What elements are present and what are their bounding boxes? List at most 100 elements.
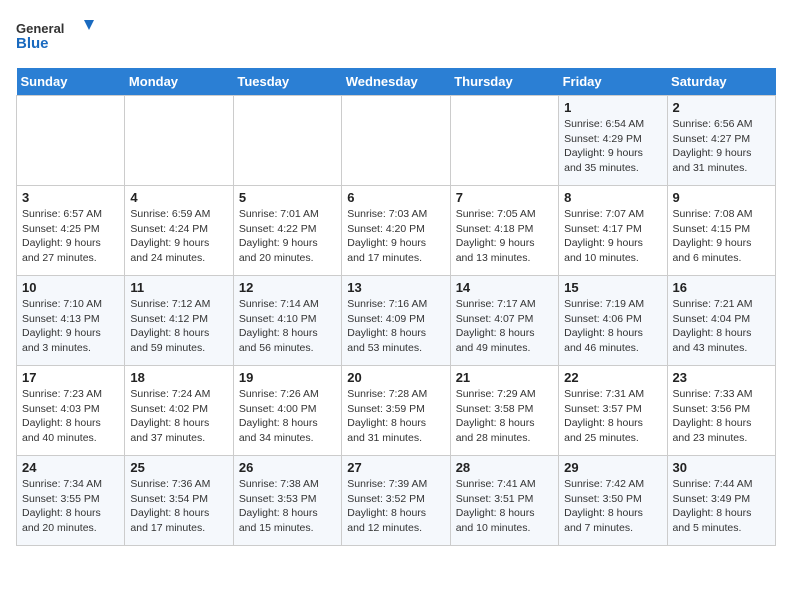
- svg-text:Blue: Blue: [16, 35, 49, 52]
- day-number: 24: [22, 460, 119, 475]
- weekday-header-row: SundayMondayTuesdayWednesdayThursdayFrid…: [17, 68, 776, 96]
- day-info: Sunrise: 7:34 AMSunset: 3:55 PMDaylight:…: [22, 477, 119, 536]
- calendar-cell: 5 Sunrise: 7:01 AMSunset: 4:22 PMDaylight…: [233, 186, 341, 276]
- calendar-cell: 10 Sunrise: 7:10 AMSunset: 4:13 PMDayligh…: [17, 276, 125, 366]
- week-row-1: 3 Sunrise: 6:57 AMSunset: 4:25 PMDaylight…: [17, 186, 776, 276]
- day-number: 29: [564, 460, 661, 475]
- day-info: Sunrise: 7:26 AMSunset: 4:00 PMDaylight:…: [239, 387, 336, 446]
- calendar-cell: 17 Sunrise: 7:23 AMSunset: 4:03 PMDayligh…: [17, 366, 125, 456]
- weekday-header-saturday: Saturday: [667, 68, 775, 96]
- calendar-cell: 19 Sunrise: 7:26 AMSunset: 4:00 PMDayligh…: [233, 366, 341, 456]
- day-number: 22: [564, 370, 661, 385]
- day-info: Sunrise: 7:01 AMSunset: 4:22 PMDaylight:…: [239, 207, 336, 266]
- day-number: 27: [347, 460, 444, 475]
- weekday-header-tuesday: Tuesday: [233, 68, 341, 96]
- week-row-3: 17 Sunrise: 7:23 AMSunset: 4:03 PMDayligh…: [17, 366, 776, 456]
- weekday-header-sunday: Sunday: [17, 68, 125, 96]
- day-number: 5: [239, 190, 336, 205]
- calendar-cell: [125, 96, 233, 186]
- day-number: 23: [673, 370, 770, 385]
- calendar-cell: 1Sunrise: 6:54 AMSunset: 4:29 PMDaylight…: [559, 96, 667, 186]
- day-info: Sunrise: 7:17 AMSunset: 4:07 PMDaylight:…: [456, 297, 553, 356]
- calendar-cell: [17, 96, 125, 186]
- day-info: Sunrise: 7:42 AMSunset: 3:50 PMDaylight:…: [564, 477, 661, 536]
- calendar-cell: 4 Sunrise: 6:59 AMSunset: 4:24 PMDaylight…: [125, 186, 233, 276]
- day-info: Sunrise: 7:07 AMSunset: 4:17 PMDaylight:…: [564, 207, 661, 266]
- day-info: Sunrise: 7:24 AMSunset: 4:02 PMDaylight:…: [130, 387, 227, 446]
- day-number: 18: [130, 370, 227, 385]
- calendar-cell: 25 Sunrise: 7:36 AMSunset: 3:54 PMDayligh…: [125, 456, 233, 546]
- day-number: 12: [239, 280, 336, 295]
- day-number: 8: [564, 190, 661, 205]
- day-number: 14: [456, 280, 553, 295]
- calendar-cell: 29 Sunrise: 7:42 AMSunset: 3:50 PMDayligh…: [559, 456, 667, 546]
- day-info: Sunrise: 6:59 AMSunset: 4:24 PMDaylight:…: [130, 207, 227, 266]
- calendar-cell: 16 Sunrise: 7:21 AMSunset: 4:04 PMDayligh…: [667, 276, 775, 366]
- day-number: 17: [22, 370, 119, 385]
- calendar-cell: 28 Sunrise: 7:41 AMSunset: 3:51 PMDayligh…: [450, 456, 558, 546]
- day-info: Sunrise: 7:29 AMSunset: 3:58 PMDaylight:…: [456, 387, 553, 446]
- calendar-cell: 23 Sunrise: 7:33 AMSunset: 3:56 PMDayligh…: [667, 366, 775, 456]
- calendar-cell: 20 Sunrise: 7:28 AMSunset: 3:59 PMDayligh…: [342, 366, 450, 456]
- day-info: Sunrise: 7:03 AMSunset: 4:20 PMDaylight:…: [347, 207, 444, 266]
- day-info: Sunrise: 7:14 AMSunset: 4:10 PMDaylight:…: [239, 297, 336, 356]
- calendar-cell: 30 Sunrise: 7:44 AMSunset: 3:49 PMDayligh…: [667, 456, 775, 546]
- day-number: 19: [239, 370, 336, 385]
- calendar-cell: 8 Sunrise: 7:07 AMSunset: 4:17 PMDaylight…: [559, 186, 667, 276]
- day-info: Sunrise: 7:28 AMSunset: 3:59 PMDaylight:…: [347, 387, 444, 446]
- calendar-cell: 15Sunrise: 7:19 AMSunset: 4:06 PMDayligh…: [559, 276, 667, 366]
- calendar-cell: [450, 96, 558, 186]
- calendar-cell: 24 Sunrise: 7:34 AMSunset: 3:55 PMDayligh…: [17, 456, 125, 546]
- day-number: 25: [130, 460, 227, 475]
- weekday-header-monday: Monday: [125, 68, 233, 96]
- calendar-cell: 12 Sunrise: 7:14 AMSunset: 4:10 PMDayligh…: [233, 276, 341, 366]
- calendar-cell: 13 Sunrise: 7:16 AMSunset: 4:09 PMDayligh…: [342, 276, 450, 366]
- day-info: Sunrise: 7:38 AMSunset: 3:53 PMDaylight:…: [239, 477, 336, 536]
- day-number: 6: [347, 190, 444, 205]
- day-number: 20: [347, 370, 444, 385]
- day-number: 2: [673, 100, 770, 115]
- weekday-header-thursday: Thursday: [450, 68, 558, 96]
- day-info: Sunrise: 7:41 AMSunset: 3:51 PMDaylight:…: [456, 477, 553, 536]
- day-number: 10: [22, 280, 119, 295]
- day-number: 16: [673, 280, 770, 295]
- day-number: 21: [456, 370, 553, 385]
- calendar-cell: 18 Sunrise: 7:24 AMSunset: 4:02 PMDayligh…: [125, 366, 233, 456]
- week-row-0: 1Sunrise: 6:54 AMSunset: 4:29 PMDaylight…: [17, 96, 776, 186]
- day-info: Sunrise: 7:36 AMSunset: 3:54 PMDaylight:…: [130, 477, 227, 536]
- calendar-cell: 14 Sunrise: 7:17 AMSunset: 4:07 PMDayligh…: [450, 276, 558, 366]
- day-number: 4: [130, 190, 227, 205]
- day-number: 1: [564, 100, 661, 115]
- calendar-cell: 21 Sunrise: 7:29 AMSunset: 3:58 PMDayligh…: [450, 366, 558, 456]
- calendar-cell: 26Sunrise: 7:38 AMSunset: 3:53 PMDayligh…: [233, 456, 341, 546]
- day-number: 7: [456, 190, 553, 205]
- day-info: Sunrise: 7:23 AMSunset: 4:03 PMDaylight:…: [22, 387, 119, 446]
- day-info: Sunrise: 7:10 AMSunset: 4:13 PMDaylight:…: [22, 297, 119, 356]
- day-info: Sunrise: 6:57 AMSunset: 4:25 PMDaylight:…: [22, 207, 119, 266]
- day-number: 13: [347, 280, 444, 295]
- calendar-cell: 9 Sunrise: 7:08 AMSunset: 4:15 PMDaylight…: [667, 186, 775, 276]
- day-info: Sunrise: 7:05 AMSunset: 4:18 PMDaylight:…: [456, 207, 553, 266]
- calendar-cell: 3 Sunrise: 6:57 AMSunset: 4:25 PMDaylight…: [17, 186, 125, 276]
- calendar-cell: 7 Sunrise: 7:05 AMSunset: 4:18 PMDaylight…: [450, 186, 558, 276]
- week-row-4: 24 Sunrise: 7:34 AMSunset: 3:55 PMDayligh…: [17, 456, 776, 546]
- day-info: Sunrise: 7:21 AMSunset: 4:04 PMDaylight:…: [673, 297, 770, 356]
- day-number: 28: [456, 460, 553, 475]
- day-number: 3: [22, 190, 119, 205]
- calendar-cell: 22 Sunrise: 7:31 AMSunset: 3:57 PMDayligh…: [559, 366, 667, 456]
- logo: General Blue: [16, 16, 96, 56]
- day-info: Sunrise: 7:39 AMSunset: 3:52 PMDaylight:…: [347, 477, 444, 536]
- weekday-header-wednesday: Wednesday: [342, 68, 450, 96]
- calendar-cell: 2Sunrise: 6:56 AMSunset: 4:27 PMDaylight…: [667, 96, 775, 186]
- day-info: Sunrise: 7:31 AMSunset: 3:57 PMDaylight:…: [564, 387, 661, 446]
- day-info: Sunrise: 7:08 AMSunset: 4:15 PMDaylight:…: [673, 207, 770, 266]
- logo-svg: General Blue: [16, 16, 96, 56]
- day-number: 11: [130, 280, 227, 295]
- day-number: 9: [673, 190, 770, 205]
- day-info: Sunrise: 7:33 AMSunset: 3:56 PMDaylight:…: [673, 387, 770, 446]
- weekday-header-friday: Friday: [559, 68, 667, 96]
- day-info: Sunrise: 7:16 AMSunset: 4:09 PMDaylight:…: [347, 297, 444, 356]
- day-info: Sunrise: 7:19 AMSunset: 4:06 PMDaylight:…: [564, 297, 661, 356]
- day-number: 30: [673, 460, 770, 475]
- day-info: Sunrise: 7:44 AMSunset: 3:49 PMDaylight:…: [673, 477, 770, 536]
